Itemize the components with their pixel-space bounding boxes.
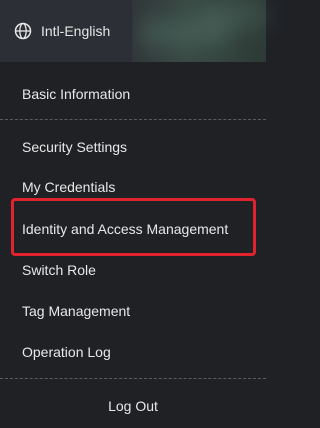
menu-item-switch-role[interactable]: Switch Role [0, 260, 266, 280]
menu-item-label: Basic Information [22, 86, 131, 102]
menu-item-my-credentials[interactable]: My Credentials [0, 177, 266, 197]
menu-item-label: Switch Role [22, 262, 96, 278]
top-navigation-bar: Intl-English [0, 0, 266, 62]
background-decoration [200, 6, 266, 24]
menu-item-security-settings[interactable]: Security Settings [0, 137, 266, 157]
menu-item-label: Tag Management [22, 303, 131, 319]
menu-item-label: My Credentials [22, 179, 116, 195]
language-label: Intl-English [41, 23, 111, 39]
menu-item-operation-log[interactable]: Operation Log [0, 342, 266, 362]
logout-label: Log Out [108, 398, 158, 414]
account-dropdown-page: Intl-English Basic Information Security … [0, 0, 266, 428]
language-selector-button[interactable]: Intl-English [0, 0, 132, 62]
menu-divider [0, 119, 266, 120]
menu-item-tag-management[interactable]: Tag Management [0, 301, 266, 321]
menu-item-basic-information[interactable]: Basic Information [0, 84, 266, 104]
globe-icon [14, 22, 32, 40]
menu-divider [0, 378, 266, 379]
logout-button[interactable]: Log Out [0, 396, 266, 416]
menu-item-label: Security Settings [22, 139, 128, 155]
menu-item-label: Operation Log [22, 344, 111, 360]
highlight-box [11, 198, 256, 256]
